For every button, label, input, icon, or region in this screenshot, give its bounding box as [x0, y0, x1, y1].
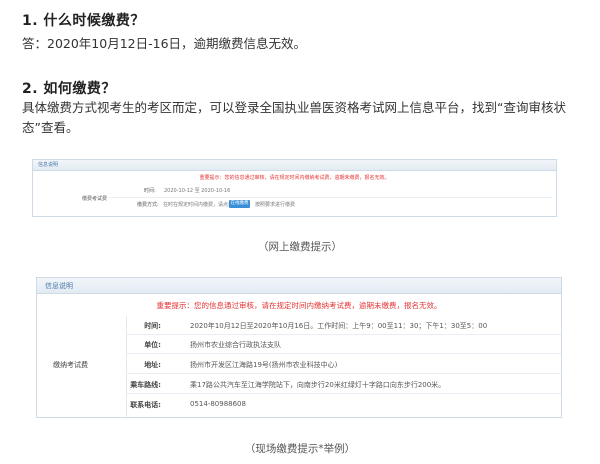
screenshot-header-bar: 信息说明 [33, 160, 556, 171]
onsite-payment-screenshot: 信息说明 重要提示：您的信息通过审核，请在规定时间内缴纳考试费，逾期未缴费，报名… [36, 277, 562, 419]
screenshot-header-bar: 信息说明 [37, 278, 561, 294]
method-value: 在时在规定时间内缴费，请点击 [163, 202, 234, 208]
important-warning: 重要提示：您的信息通过审核，请在规定时间内缴纳考试费，逾期未缴费，报名无效。 [156, 301, 442, 310]
caption-online: （网上缴费提示） [258, 241, 342, 253]
answer-2-text: 具体缴费方式视考生的考区而定，可以登录全国执业兽医资格考试网上信息平台，找到“查… [22, 100, 566, 135]
question-2-title: 2. 如何缴费？ [22, 81, 116, 97]
detail-key: 地址: [144, 361, 161, 369]
detail-row: 联系电话: 0514-80988608 [127, 395, 561, 414]
detail-row: 地址: 扬州市开发区江海路19号(扬州市农业科技中心) [127, 355, 561, 374]
detail-key: 单位: [144, 341, 161, 349]
important-warning: 重要提示：您的信息通过审核，请在规定时间内缴纳考试费，逾期未缴费，报名无效。 [199, 175, 390, 181]
detail-row: 单位: 扬州市农业综合行政执法支队 [127, 335, 561, 354]
screenshot-header-title: 信息说明 [38, 162, 59, 168]
answer-1-text: 答：2020年10月12日-16日，逾期缴费信息无效。 [22, 36, 307, 51]
detail-key: 时间: [144, 322, 161, 330]
detail-value: 2020年10月12日至2020年10月16日。工作时间：上午9：00至11：3… [190, 322, 488, 330]
detail-value: 0514-80988608 [190, 400, 246, 408]
detail-value: 扬州市农业综合行政执法支队 [190, 341, 281, 349]
detail-value: 乘17路公共汽车至江海学院站下，向南步行20米红绿灯十字路口向东步行200米。 [190, 381, 446, 389]
time-key: 时间: [144, 188, 156, 194]
detail-row: 乘车路线: 乘17路公共汽车至江海学院站下，向南步行20米红绿灯十字路口向东步行… [127, 375, 561, 394]
after-button-text: 按照要求进行缴费 [255, 202, 296, 208]
detail-row: 时间: 2020年10月12日至2020年10月16日。工作时间：上午9：00至… [127, 316, 561, 335]
online-pay-button[interactable]: 在线缴费 [229, 200, 250, 208]
detail-value: 扬州市开发区江海路19号(扬州市农业科技中心) [190, 361, 338, 369]
detail-key: 联系电话: [130, 401, 161, 409]
detail-key: 乘车路线: [130, 381, 161, 389]
method-key: 缴费方式: [137, 202, 159, 208]
screenshot-header-title: 信息说明 [45, 282, 73, 290]
row-divider [109, 197, 552, 198]
payment-row-label: 缴费考试费 [82, 196, 108, 202]
time-value: 2020-10-12 至 2020-10-16 [164, 188, 231, 194]
question-1-title: 1. 什么时候缴费？ [22, 13, 145, 29]
payment-left-label: 缴纳考试费 [53, 361, 88, 369]
online-payment-screenshot: 信息说明 重要提示：您的信息通过审核，请在规定时间内缴纳考试费，逾期未缴费，报名… [32, 159, 557, 217]
caption-onsite: （现场缴费提示*举例） [244, 443, 356, 455]
